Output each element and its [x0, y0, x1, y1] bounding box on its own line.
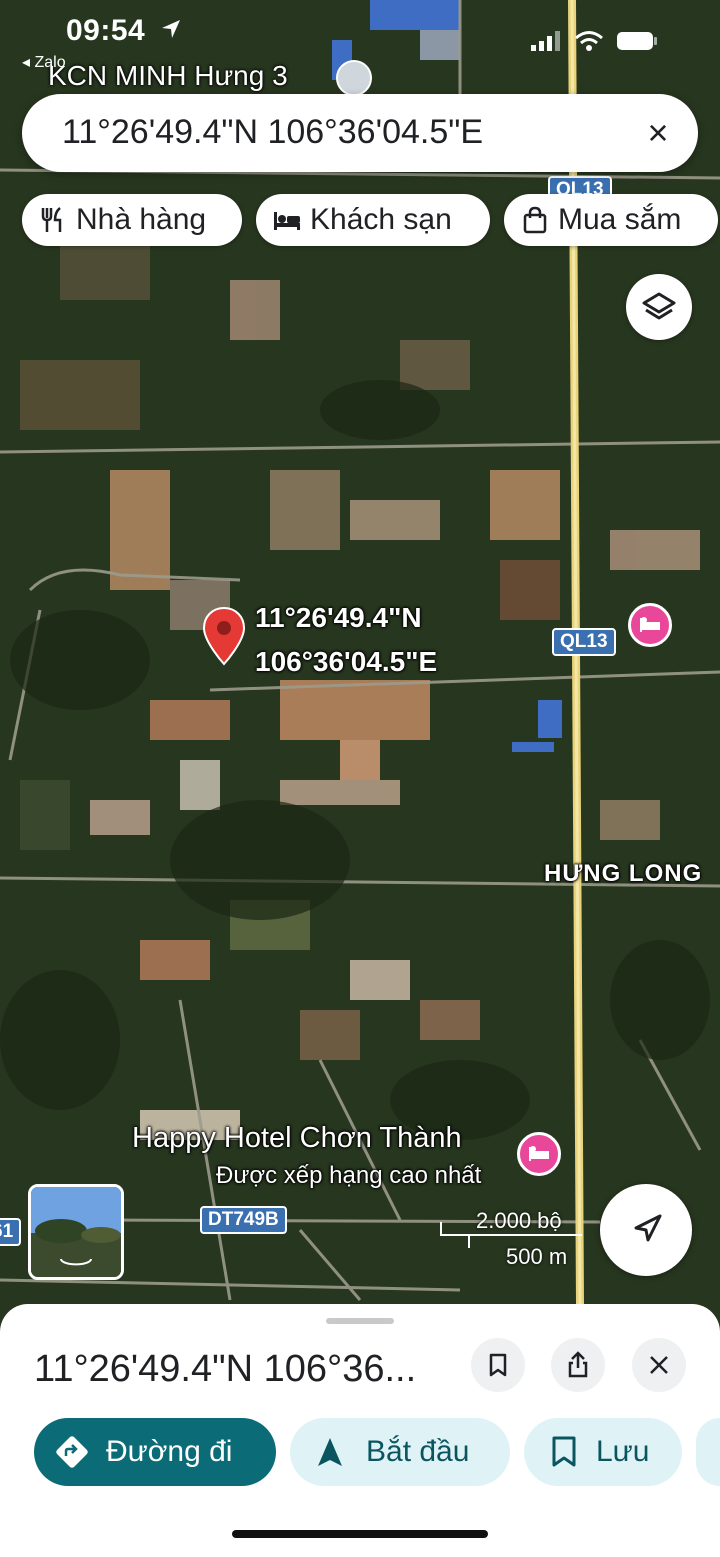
cellular-signal-icon [531, 31, 561, 51]
road-shield-ql13: QL13 [552, 628, 616, 656]
road-shield-partial: 61 [0, 1218, 22, 1246]
share-icon [568, 1351, 588, 1378]
hotel-rating-note: Được xếp hạng cao nhất [216, 1162, 482, 1189]
map-place-label[interactable]: KCN MINH Hưng 3 [48, 60, 288, 92]
chip-label: Nhà hàng [76, 203, 207, 236]
map-scale: 2.000 bộ 500 m [440, 1208, 590, 1278]
road-shield-dt749b: DT749B [200, 1206, 287, 1234]
bed-icon [272, 205, 302, 235]
map-layers-button[interactable] [626, 274, 692, 340]
share-button[interactable] [551, 1338, 605, 1392]
place-title: 11°26'49.4"N 106°36... [34, 1348, 417, 1390]
directions-icon [56, 1436, 88, 1468]
hotel-marker-icon[interactable] [517, 1132, 561, 1176]
home-indicator [232, 1530, 488, 1538]
fork-knife-icon [38, 205, 68, 235]
status-bar: 09:54 ◂ Zalo [0, 0, 720, 71]
close-icon[interactable]: × [636, 111, 680, 155]
drag-handle[interactable] [326, 1318, 394, 1324]
battery-icon [617, 32, 657, 50]
chip-label: Mua sắm [558, 203, 682, 236]
chip-shopping[interactable]: Mua sắm [504, 194, 718, 246]
save-place-button[interactable] [471, 1338, 525, 1392]
pin-longitude-label: 106°36'04.5"E [255, 646, 438, 677]
scale-metric: 500 m [506, 1244, 568, 1269]
location-services-icon [162, 20, 180, 38]
scale-imperial: 2.000 bộ [476, 1208, 562, 1233]
place-marker-icon[interactable] [336, 60, 372, 96]
status-icons [531, 30, 658, 52]
shopping-bag-icon [520, 205, 550, 235]
layers-icon [642, 292, 676, 320]
hotel-marker-icon[interactable] [628, 603, 672, 647]
close-icon [650, 1356, 668, 1374]
save-button[interactable]: Lưu [524, 1418, 682, 1486]
chip-hotels[interactable]: Khách sạn [256, 194, 490, 246]
bookmark-icon [552, 1436, 576, 1467]
area-label: HƯNG LONG [544, 860, 703, 887]
chip-label: Khách sạn [310, 203, 452, 236]
wifi-icon [574, 31, 603, 51]
chip-restaurants[interactable]: Nhà hàng [22, 194, 242, 246]
start-button[interactable]: Bắt đầu [290, 1418, 510, 1486]
back-to-app-link[interactable]: ◂ Zalo [22, 52, 66, 72]
hotel-name-label[interactable]: Happy Hotel Chơn Thành [132, 1122, 462, 1155]
close-sheet-button[interactable] [632, 1338, 686, 1392]
search-bar[interactable]: 11°26'49.4"N 106°36'04.5"E × [22, 94, 698, 172]
bookmark-icon [489, 1353, 507, 1377]
clock: 09:54 [66, 14, 146, 47]
my-location-button[interactable] [600, 1184, 692, 1276]
pin-latitude-label: 11°26'49.4"N [255, 602, 422, 633]
more-actions-button[interactable] [696, 1418, 720, 1486]
navigation-arrow-icon [318, 1438, 342, 1466]
save-label: Lưu [596, 1435, 650, 1468]
directions-button[interactable]: Đường đi [34, 1418, 276, 1486]
search-input[interactable]: 11°26'49.4"N 106°36'04.5"E [62, 113, 483, 152]
start-label: Bắt đầu [366, 1435, 470, 1468]
location-arrow-icon [634, 1214, 662, 1242]
directions-label: Đường đi [106, 1435, 233, 1468]
place-bottom-sheet[interactable]: 11°26'49.4"N 106°36... Đường đi Bắt đầu … [0, 1304, 720, 1557]
dropped-pin-icon[interactable] [202, 606, 246, 668]
street-view-thumbnail[interactable] [28, 1184, 124, 1280]
